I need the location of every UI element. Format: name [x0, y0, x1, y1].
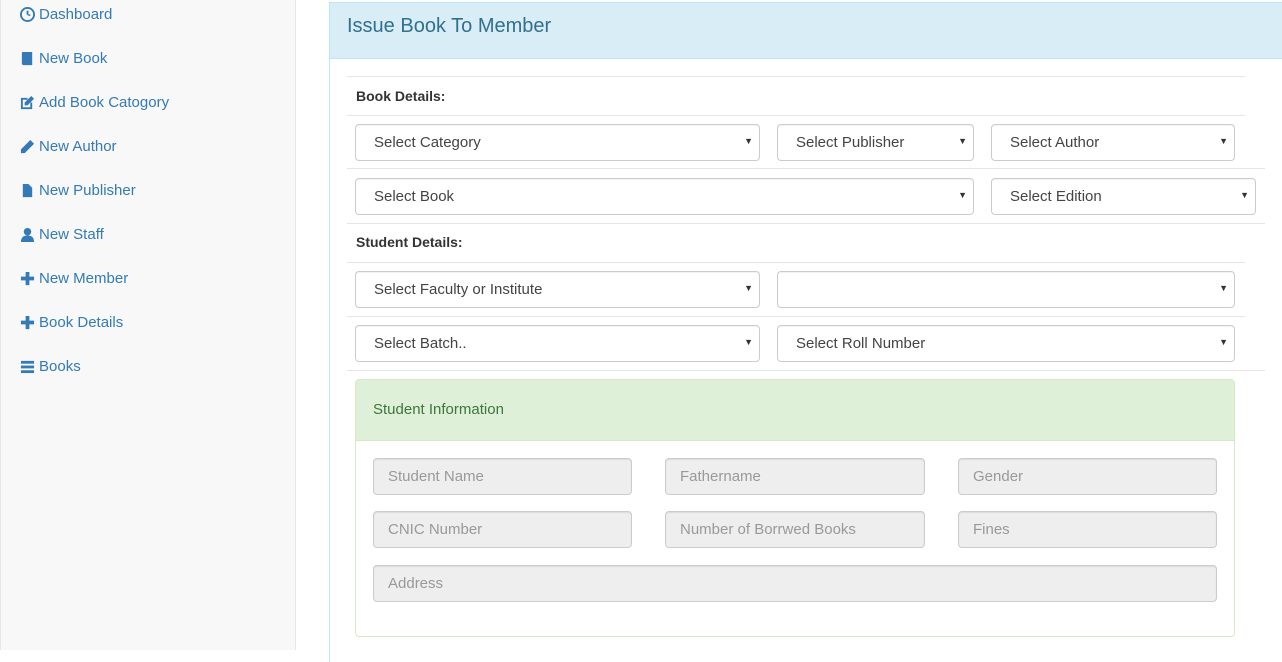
sidebar-item-label: Book Details: [39, 313, 124, 331]
student-information-heading: Student Information: [356, 380, 1234, 441]
caret-down-icon: ▼: [744, 283, 753, 293]
divider: [347, 316, 1245, 317]
sidebar-item-book-details[interactable]: Book Details: [19, 312, 123, 332]
student-name-field[interactable]: Student Name: [373, 458, 632, 495]
edition-select[interactable]: Select Edition ▼: [991, 178, 1256, 215]
edit-icon: [19, 94, 35, 110]
publisher-select[interactable]: Select Publisher ▼: [777, 124, 974, 161]
publisher-select-value: Select Publisher: [796, 134, 905, 151]
sidebar-item-label: New Staff: [39, 225, 104, 243]
divider: [347, 370, 1265, 371]
caret-down-icon: ▼: [1219, 283, 1228, 293]
sidebar-item-books[interactable]: Books: [19, 356, 81, 376]
plus-icon: [19, 270, 35, 286]
caret-down-icon: ▼: [1219, 136, 1228, 146]
edition-select-value: Select Edition: [1010, 188, 1102, 205]
cnic-field[interactable]: CNIC Number: [373, 511, 632, 548]
borrowed-books-field[interactable]: Number of Borrwed Books: [665, 511, 925, 548]
sidebar-item-label: Dashboard: [39, 5, 113, 23]
main-content: Issue Book To Member Book Details: Selec…: [296, 0, 1282, 662]
divider: [347, 262, 1245, 263]
sidebar-item-label: New Book: [39, 49, 108, 67]
sidebar-item-label: New Author: [39, 137, 117, 155]
sidebar-item-new-staff[interactable]: New Staff: [19, 224, 104, 244]
faculty-select-value: Select Faculty or Institute: [374, 281, 543, 298]
faculty-select[interactable]: Select Faculty or Institute ▼: [355, 271, 760, 308]
address-field[interactable]: Address: [373, 565, 1217, 602]
caret-down-icon: ▼: [1240, 190, 1249, 200]
gutter: [296, 0, 329, 650]
department-select[interactable]: ▼: [777, 271, 1235, 308]
sidebar-item-label: New Member: [39, 269, 129, 287]
book-icon: [19, 50, 35, 66]
batch-select[interactable]: Select Batch.. ▼: [355, 325, 760, 362]
batch-select-value: Select Batch..: [374, 335, 467, 352]
sidebar-item-label: New Publisher: [39, 181, 136, 199]
user-icon: [19, 226, 35, 242]
divider: [347, 223, 1265, 224]
author-select-value: Select Author: [1010, 134, 1100, 151]
sidebar-item-new-member[interactable]: New Member: [19, 268, 128, 288]
sidebar-item-add-category[interactable]: Add Book Catogory: [19, 92, 169, 112]
plus-icon: [19, 314, 35, 330]
roll-number-select[interactable]: Select Roll Number ▼: [777, 325, 1235, 362]
sidebar-item-new-publisher[interactable]: New Publisher: [19, 180, 136, 200]
divider: [347, 168, 1265, 169]
sidebar-item-dashboard[interactable]: Dashboard: [19, 4, 112, 24]
divider: [347, 76, 1245, 77]
book-details-heading: Book Details:: [356, 88, 446, 104]
caret-down-icon: ▼: [958, 190, 967, 200]
page-title: Issue Book To Member: [330, 3, 1282, 59]
caret-down-icon: ▼: [744, 337, 753, 347]
pencil-icon: [19, 138, 35, 154]
roll-number-select-value: Select Roll Number: [796, 335, 926, 352]
student-details-heading: Student Details:: [356, 234, 463, 250]
sidebar: Dashboard New Book Add Book Catogory New…: [0, 0, 296, 650]
file-icon: [19, 182, 35, 198]
category-select[interactable]: Select Category ▼: [355, 124, 760, 161]
sidebar-item-new-book[interactable]: New Book: [19, 48, 107, 68]
caret-down-icon: ▼: [744, 136, 753, 146]
caret-down-icon: ▼: [958, 136, 967, 146]
fathername-field[interactable]: Fathername: [665, 458, 925, 495]
book-select[interactable]: Select Book ▼: [355, 178, 974, 215]
caret-down-icon: ▼: [1219, 337, 1228, 347]
fines-field[interactable]: Fines: [958, 511, 1217, 548]
category-select-value: Select Category: [374, 134, 481, 151]
sidebar-item-label: Books: [39, 357, 81, 375]
gender-field[interactable]: Gender: [958, 458, 1217, 495]
divider: [347, 115, 1245, 116]
book-select-value: Select Book: [374, 188, 455, 205]
sidebar-item-label: Add Book Catogory: [39, 93, 170, 111]
sidebar-item-new-author[interactable]: New Author: [19, 136, 117, 156]
dashboard-icon: [19, 6, 35, 22]
list-icon: [19, 358, 35, 374]
author-select[interactable]: Select Author ▼: [991, 124, 1235, 161]
